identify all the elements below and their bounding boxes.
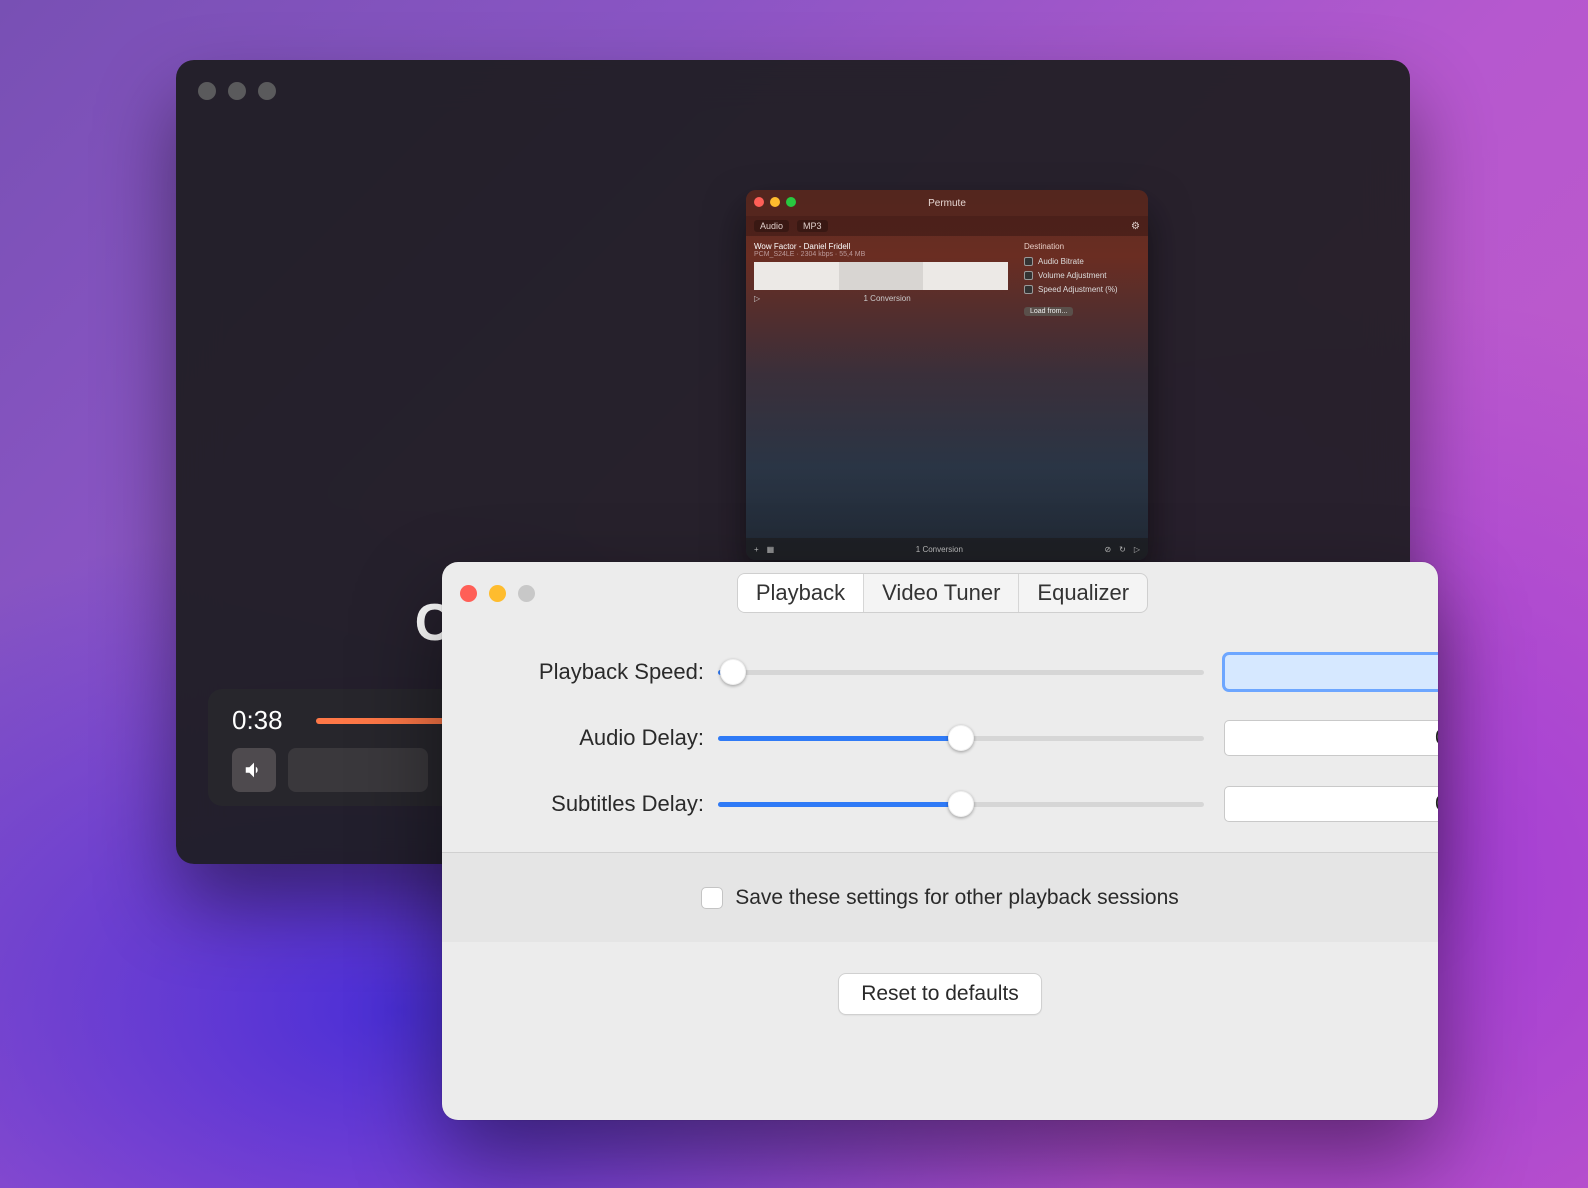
- slider-thumb[interactable]: [948, 791, 974, 817]
- window-controls-inactive: [198, 82, 276, 100]
- zoom-icon: [786, 197, 796, 207]
- row-playback-speed: Playback Speed: ▲ ▼: [498, 654, 1382, 690]
- checkbox-icon: [1024, 271, 1033, 280]
- close-icon[interactable]: [198, 82, 216, 100]
- track-meta: PCM_S24LE · 2304 kbps · 55,4 MB: [754, 251, 1008, 258]
- checkbox-icon: [1024, 257, 1033, 266]
- minimize-icon: [770, 197, 780, 207]
- waveform: [754, 262, 1008, 290]
- play-icon: ▷: [754, 294, 760, 303]
- audio-delay-slider[interactable]: [718, 727, 1204, 749]
- save-settings-label: Save these settings for other playback s…: [735, 886, 1179, 910]
- play-icon: ▷: [1134, 545, 1140, 554]
- row-subtitles-delay: Subtitles Delay: ▲ ▼: [498, 786, 1382, 822]
- permute-window-thumbnail: Permute Audio MP3 ⚙ Wow Factor - Daniel …: [746, 190, 1148, 560]
- opt-volume: Volume Adjustment: [1038, 271, 1106, 280]
- destination-heading: Destination: [1024, 242, 1140, 251]
- save-settings-row: Save these settings for other playback s…: [442, 852, 1438, 942]
- slider-thumb[interactable]: [720, 659, 746, 685]
- image-icon: ▦: [767, 545, 775, 554]
- tab-video-tuner[interactable]: Video Tuner: [863, 574, 1018, 612]
- tab-equalizer[interactable]: Equalizer: [1018, 574, 1147, 612]
- audio-delay-field[interactable]: [1224, 720, 1438, 756]
- subtitles-delay-field[interactable]: [1224, 786, 1438, 822]
- close-icon: [754, 197, 764, 207]
- slider-thumb[interactable]: [948, 725, 974, 751]
- zoom-icon[interactable]: [258, 82, 276, 100]
- close-icon[interactable]: [460, 585, 477, 602]
- playback-speed-field[interactable]: [1224, 654, 1438, 690]
- stop-icon: ⊘: [1104, 545, 1111, 554]
- label-playback-speed: Playback Speed:: [498, 659, 718, 685]
- tab-playback[interactable]: Playback: [738, 574, 863, 612]
- permute-category: Audio: [754, 220, 789, 232]
- volume-slider[interactable]: [288, 748, 428, 792]
- row-audio-delay: Audio Delay: ▲ ▼: [498, 720, 1382, 756]
- window-controls: [460, 585, 535, 602]
- footer-conversions: 1 Conversion: [916, 545, 963, 554]
- minimize-icon[interactable]: [489, 585, 506, 602]
- volume-icon: [243, 759, 265, 781]
- minimize-icon[interactable]: [228, 82, 246, 100]
- playback-speed-slider[interactable]: [718, 661, 1204, 683]
- opt-bitrate: Audio Bitrate: [1038, 257, 1084, 266]
- plus-icon: +: [754, 545, 759, 554]
- refresh-icon: ↻: [1119, 545, 1126, 554]
- tab-bar: Playback Video Tuner Equalizer: [737, 573, 1148, 613]
- opt-speed: Speed Adjustment (%): [1038, 285, 1118, 294]
- permute-window-controls: [754, 197, 796, 207]
- conversions-count: 1 Conversion: [864, 294, 911, 303]
- reset-defaults-button[interactable]: Reset to defaults: [838, 973, 1042, 1015]
- permute-title: Permute: [928, 198, 966, 209]
- volume-button[interactable]: [232, 748, 276, 792]
- label-subtitles-delay: Subtitles Delay:: [498, 791, 718, 817]
- gear-icon: ⚙: [1131, 221, 1140, 232]
- zoom-icon[interactable]: [518, 585, 535, 602]
- track-title: Wow Factor - Daniel Fridell: [754, 242, 1008, 251]
- checkbox-icon: [1024, 285, 1033, 294]
- elapsed-time: 0:38: [232, 705, 296, 736]
- label-audio-delay: Audio Delay:: [498, 725, 718, 751]
- permute-format: MP3: [797, 220, 828, 232]
- playback-preferences-panel: Playback Video Tuner Equalizer Playback …: [442, 562, 1438, 1120]
- save-settings-checkbox[interactable]: [701, 887, 723, 909]
- load-from-button: Load from...: [1024, 307, 1073, 316]
- subtitles-delay-slider[interactable]: [718, 793, 1204, 815]
